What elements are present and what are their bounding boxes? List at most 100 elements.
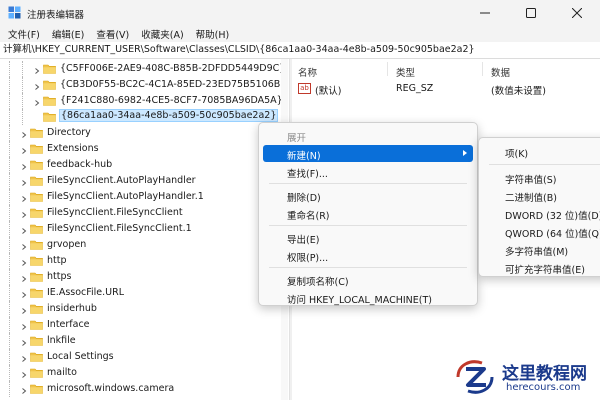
tree-item[interactable]: feedback-hub (0, 157, 288, 173)
tree-guide-line (9, 109, 10, 125)
value-row[interactable]: ab (默认) REG_SZ (数值未设置) (292, 81, 600, 97)
menu-file[interactable]: 文件(F) (4, 27, 44, 41)
tree-item-label: lnkfile (47, 335, 76, 346)
expand-chevron-icon[interactable] (21, 322, 27, 330)
expand-chevron-icon[interactable] (34, 98, 40, 106)
menu-view[interactable]: 查看(V) (92, 27, 133, 41)
expand-chevron-icon[interactable] (21, 210, 27, 218)
expand-chevron-icon[interactable] (21, 290, 27, 298)
close-button[interactable] (554, 0, 600, 25)
folder-icon (30, 288, 43, 298)
submenu-item[interactable]: 二进制值(B) (483, 187, 600, 204)
expand-chevron-icon[interactable] (21, 242, 27, 250)
tree-guide-line (9, 93, 10, 109)
tree-guide-line (9, 77, 10, 93)
expand-chevron-icon[interactable] (21, 178, 27, 186)
submenu-item-label: 字符串值(S) (505, 175, 557, 186)
tree-guide-line (9, 381, 10, 397)
tree-item[interactable]: FileSyncClient.FileSyncClient.1 (0, 221, 288, 237)
tree-item[interactable]: grvopen (0, 237, 288, 253)
expand-chevron-icon[interactable] (21, 338, 27, 346)
submenu-item[interactable]: DWORD (32 位)值(D) (483, 205, 600, 222)
context-menu-item[interactable]: 新建(N) (263, 145, 473, 162)
tree-item-label: FileSyncClient.FileSyncClient (47, 207, 183, 218)
context-menu-item[interactable]: 权限(P)... (263, 247, 473, 264)
expand-chevron-icon[interactable] (21, 370, 27, 378)
menu-separator (269, 225, 467, 226)
expand-chevron-icon[interactable] (21, 306, 27, 314)
tree-item[interactable]: microsoft.windows.camera (0, 381, 288, 397)
tree-item[interactable]: FileSyncClient.AutoPlayHandler (0, 173, 288, 189)
submenu-item-label: 二进制值(B) (505, 193, 557, 204)
tree-item-label: IE.AssocFile.URL (47, 287, 125, 298)
tree-item[interactable]: lnkfile (0, 333, 288, 349)
column-header-type[interactable]: 类型 (396, 65, 415, 79)
expand-chevron-icon[interactable] (21, 194, 27, 202)
submenu-item[interactable]: 多字符串值(M) (483, 241, 600, 258)
tree-item[interactable]: FileSyncClient.FileSyncClient (0, 205, 288, 221)
expand-chevron-icon[interactable] (21, 146, 27, 154)
tree-item[interactable]: Local Settings (0, 349, 288, 365)
context-menu-item[interactable]: 复制项名称(C) (263, 271, 473, 288)
context-menu-item[interactable]: 删除(D) (263, 187, 473, 204)
folder-icon (30, 208, 43, 218)
expand-chevron-icon[interactable] (21, 258, 27, 266)
expand-chevron-icon[interactable] (34, 82, 40, 90)
context-menu-item[interactable]: 访问 HKEY_LOCAL_MACHINE(T) (263, 289, 473, 306)
tree-item[interactable]: IE.AssocFile.URL (0, 285, 288, 301)
context-menu-item[interactable]: 重命名(R) (263, 205, 473, 222)
expand-chevron-icon[interactable] (21, 226, 27, 234)
tree-item-label: insiderhub (47, 303, 97, 314)
tree-item-label: Extensions (47, 143, 99, 154)
maximize-button[interactable] (508, 0, 554, 25)
tree-item[interactable]: insiderhub (0, 301, 288, 317)
tree-item-label: Directory (47, 127, 91, 138)
expand-chevron-icon[interactable] (21, 386, 27, 394)
context-menu-item[interactable]: 导出(E) (263, 229, 473, 246)
folder-icon (43, 80, 56, 90)
column-header-name[interactable]: 名称 (298, 65, 317, 79)
tree-item[interactable]: http (0, 253, 288, 269)
tree-item-label: mailto (47, 367, 77, 378)
submenu-item[interactable]: 可扩充字符串值(E) (483, 259, 600, 276)
address-bar[interactable]: 计算机\HKEY_CURRENT_USER\Software\Classes\C… (0, 42, 600, 59)
context-menu-item-label: 删除(D) (287, 193, 321, 204)
column-divider[interactable] (482, 62, 483, 76)
tree-item[interactable]: {86ca1aa0-34aa-4e8b-a509-50c905bae2a2} (0, 109, 288, 125)
tree-item[interactable]: Extensions (0, 141, 288, 157)
tree-item[interactable]: {F241C880-6982-4CE5-8CF7-7085BA96DA5A} (0, 93, 288, 109)
menu-separator (489, 164, 600, 165)
submenu-item[interactable]: 项(K) (483, 143, 600, 160)
context-menu-item-label: 复制项名称(C) (287, 277, 349, 288)
tree-item[interactable]: Interface (0, 317, 288, 333)
submenu-item[interactable]: 字符串值(S) (483, 169, 600, 186)
context-menu-item[interactable]: 查找(F)... (263, 163, 473, 180)
column-header-data[interactable]: 数据 (491, 65, 510, 79)
tree-item[interactable]: {C5FF006E-2AE9-408C-B85B-2DFDD5449D9C} (0, 61, 288, 77)
tree-guide-line (9, 253, 10, 269)
expand-chevron-icon[interactable] (21, 274, 27, 282)
tree-item[interactable]: FileSyncClient.AutoPlayHandler.1 (0, 189, 288, 205)
tree-item[interactable]: {CB3D0F55-BC2C-4C1A-85ED-23ED75B5106B} (0, 77, 288, 93)
tree-guide-line (22, 93, 23, 109)
tree-item[interactable]: Directory (0, 125, 288, 141)
expand-chevron-icon[interactable] (21, 130, 27, 138)
menu-bar: 文件(F) 编辑(E) 查看(V) 收藏夹(A) 帮助(H) (0, 25, 600, 42)
tree-item[interactable]: https (0, 269, 288, 285)
expand-chevron-icon[interactable] (34, 66, 40, 74)
menu-favorites[interactable]: 收藏夹(A) (137, 27, 187, 41)
menu-help[interactable]: 帮助(H) (192, 27, 234, 41)
expand-chevron-icon[interactable] (21, 354, 27, 362)
submenu-item-label: QWORD (64 位)值(Q) (505, 229, 600, 240)
folder-icon (30, 352, 43, 362)
column-divider[interactable] (387, 62, 388, 76)
registry-tree: {C5FF006E-2AE9-408C-B85B-2DFDD5449D9C} {C… (0, 59, 288, 400)
tree-guide-line (9, 157, 10, 173)
submenu-item[interactable]: QWORD (64 位)值(Q) (483, 223, 600, 240)
tree-item[interactable]: mailto (0, 365, 288, 381)
menu-edit[interactable]: 编辑(E) (48, 27, 88, 41)
minimize-button[interactable] (462, 0, 508, 25)
submenu-item-label: 项(K) (505, 149, 529, 160)
expand-chevron-icon[interactable] (21, 162, 27, 170)
folder-icon (30, 304, 43, 314)
